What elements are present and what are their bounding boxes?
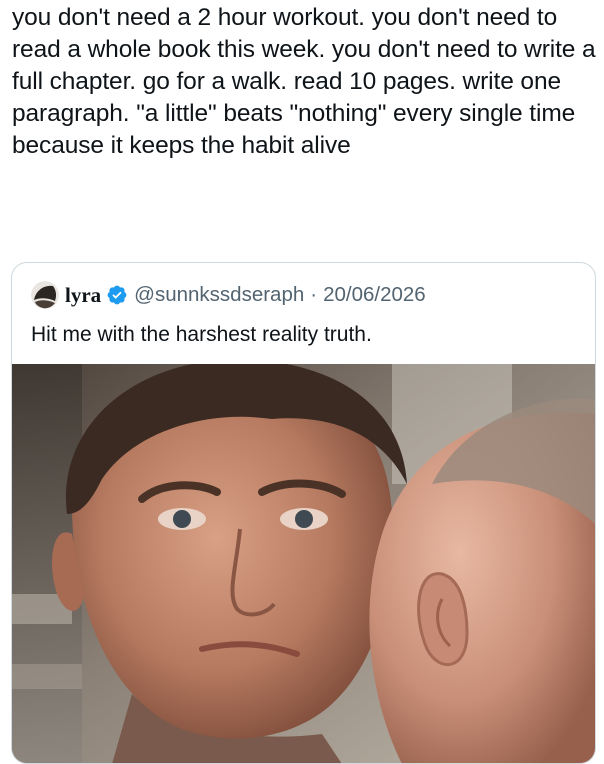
- quoted-post-header: lyra @sunnkssdseraph · 20/06/2026: [31, 280, 426, 310]
- post-text: you don't need a 2 hour workout. you don…: [12, 4, 603, 159]
- quoted-author-handle[interactable]: @sunnkssdseraph: [134, 283, 304, 307]
- verified-badge-icon: [107, 285, 127, 305]
- photo-two-men-whisper-icon: [12, 359, 595, 763]
- avatar[interactable]: [31, 281, 59, 309]
- quoted-author-name[interactable]: lyra: [65, 283, 101, 308]
- quoted-post-media[interactable]: [12, 359, 595, 763]
- separator-dot: ·: [310, 283, 318, 306]
- quoted-post-date[interactable]: 20/06/2026: [323, 283, 426, 307]
- quoted-post-card[interactable]: lyra @sunnkssdseraph · 20/06/2026 Hit me…: [11, 262, 596, 764]
- quoted-post-text: Hit me with the harshest reality truth.: [31, 323, 372, 346]
